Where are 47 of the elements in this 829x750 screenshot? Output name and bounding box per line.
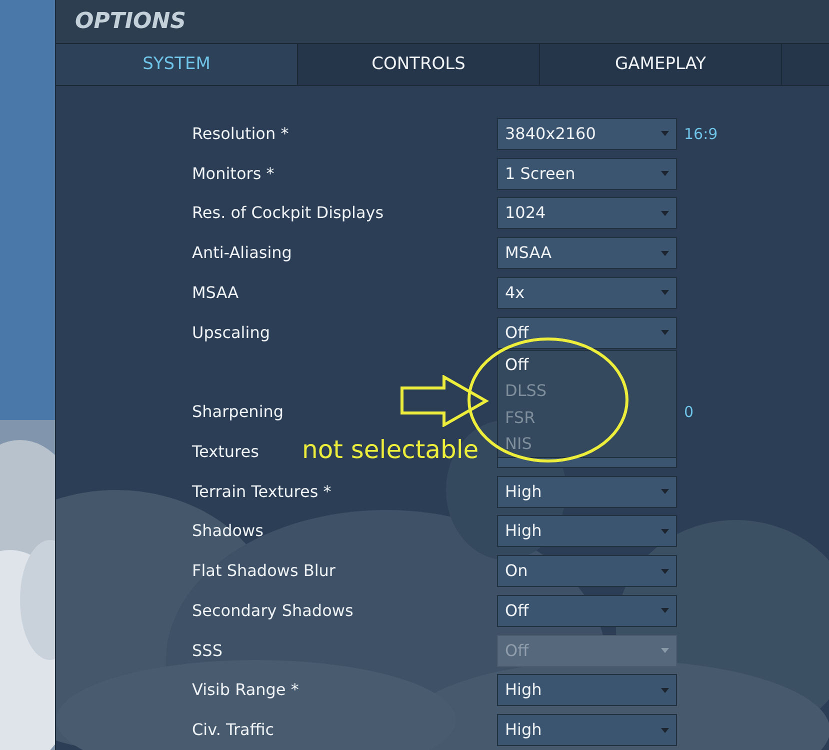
caret-icon — [661, 489, 669, 494]
setting-label: Resolution * — [192, 122, 289, 145]
setting-label: Terrain Textures * — [192, 480, 332, 503]
setting-label: Monitors * — [192, 162, 274, 185]
caret-icon — [661, 250, 669, 256]
dropdown[interactable]: High — [497, 714, 677, 746]
dropdown-option[interactable]: Off — [498, 352, 676, 378]
setting-label: SSS — [192, 640, 222, 662]
caret-icon — [661, 648, 669, 654]
setting-label: Secondary Shadows — [192, 600, 354, 622]
setting-label: Shadows — [192, 520, 264, 542]
slider-value: 0 — [684, 402, 694, 423]
dropdown[interactable]: 3840x2160 — [497, 118, 677, 150]
dropdown[interactable]: Off — [497, 316, 677, 349]
dropdown[interactable]: 1024 — [497, 197, 677, 230]
setting-label: Upscaling — [192, 322, 270, 344]
caret-icon — [661, 290, 669, 296]
arrow-icon — [400, 375, 490, 427]
caret-icon — [661, 171, 669, 176]
caret-icon — [661, 608, 669, 614]
caret-icon — [661, 688, 669, 693]
caret-icon — [661, 131, 669, 136]
dropdown[interactable]: 4x — [497, 276, 677, 309]
caret-icon — [661, 528, 669, 534]
setting-label: MSAA — [192, 282, 239, 304]
dropdown[interactable]: MSAA — [497, 237, 677, 270]
caret-icon — [661, 568, 669, 574]
setting-label: Civ. Traffic — [192, 719, 274, 742]
annotation-text: not selectable — [302, 434, 479, 466]
dropdown[interactable]: High — [497, 515, 677, 548]
setting-label: Visib Range * — [192, 679, 299, 702]
dropdown[interactable]: 1 Screen — [497, 158, 677, 190]
caret-icon — [661, 210, 669, 216]
dropdown[interactable]: On — [497, 555, 677, 588]
dropdown[interactable]: High — [497, 674, 677, 706]
setting-label: Textures — [192, 440, 259, 463]
caret-icon — [661, 728, 669, 733]
window-title: OPTIONS — [75, 8, 186, 36]
setting-label: Anti-Aliasing — [192, 242, 292, 264]
dropdown[interactable]: Off — [497, 594, 677, 627]
setting-label: Sharpening — [192, 401, 284, 424]
tab[interactable]: SYSTEM — [56, 44, 298, 85]
aspect-ratio-label: 16:9 — [684, 124, 718, 145]
setting-label: Flat Shadows Blur — [192, 560, 336, 582]
caret-icon — [661, 330, 669, 336]
dropdown[interactable]: High — [497, 476, 677, 508]
setting-label: Res. of Cockpit Displays — [192, 202, 384, 224]
